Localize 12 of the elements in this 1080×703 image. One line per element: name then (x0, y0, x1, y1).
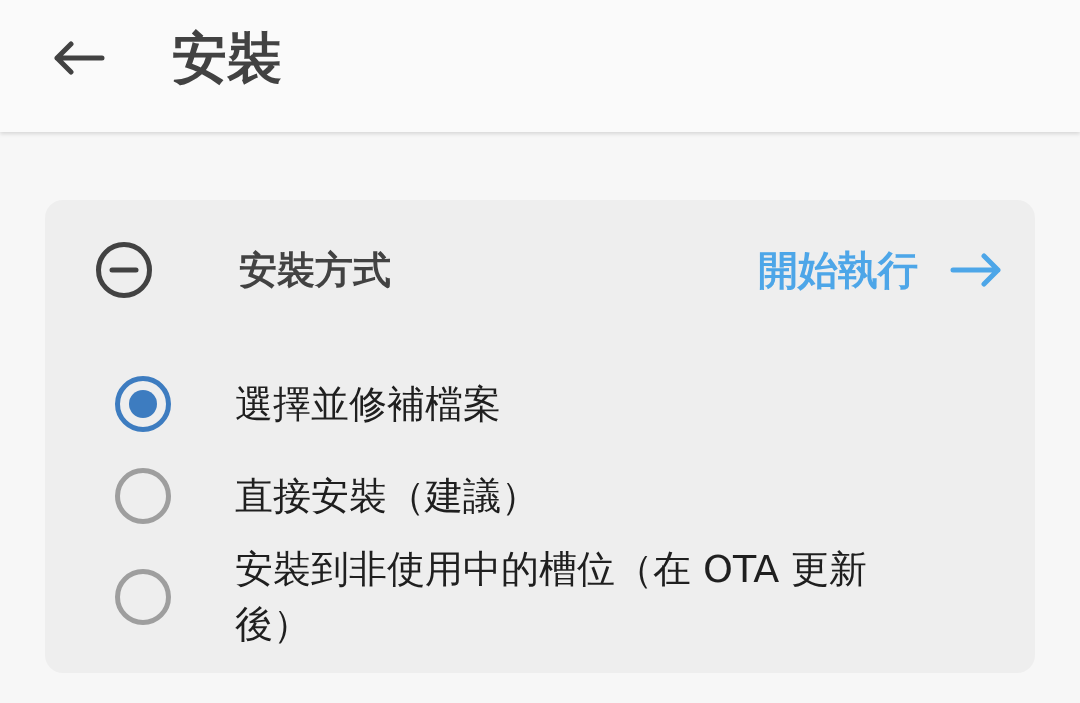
radio-button[interactable] (114, 467, 172, 525)
minus-circle-icon (95, 241, 153, 299)
page-title: 安裝 (172, 25, 282, 91)
arrow-right-icon (950, 253, 1002, 287)
arrow-left-icon (53, 41, 105, 75)
radio-button[interactable] (114, 375, 172, 433)
card-title: 安裝方式 (239, 246, 392, 294)
radio-button[interactable] (114, 568, 172, 626)
option-label: 選擇並修補檔案 (235, 380, 501, 428)
start-button[interactable]: 開始執行 (758, 242, 1002, 298)
option-label: 安裝到非使用中的槽位（在 OTA 更新後） (235, 546, 869, 648)
option-label: 直接安裝（建議） (235, 472, 539, 520)
